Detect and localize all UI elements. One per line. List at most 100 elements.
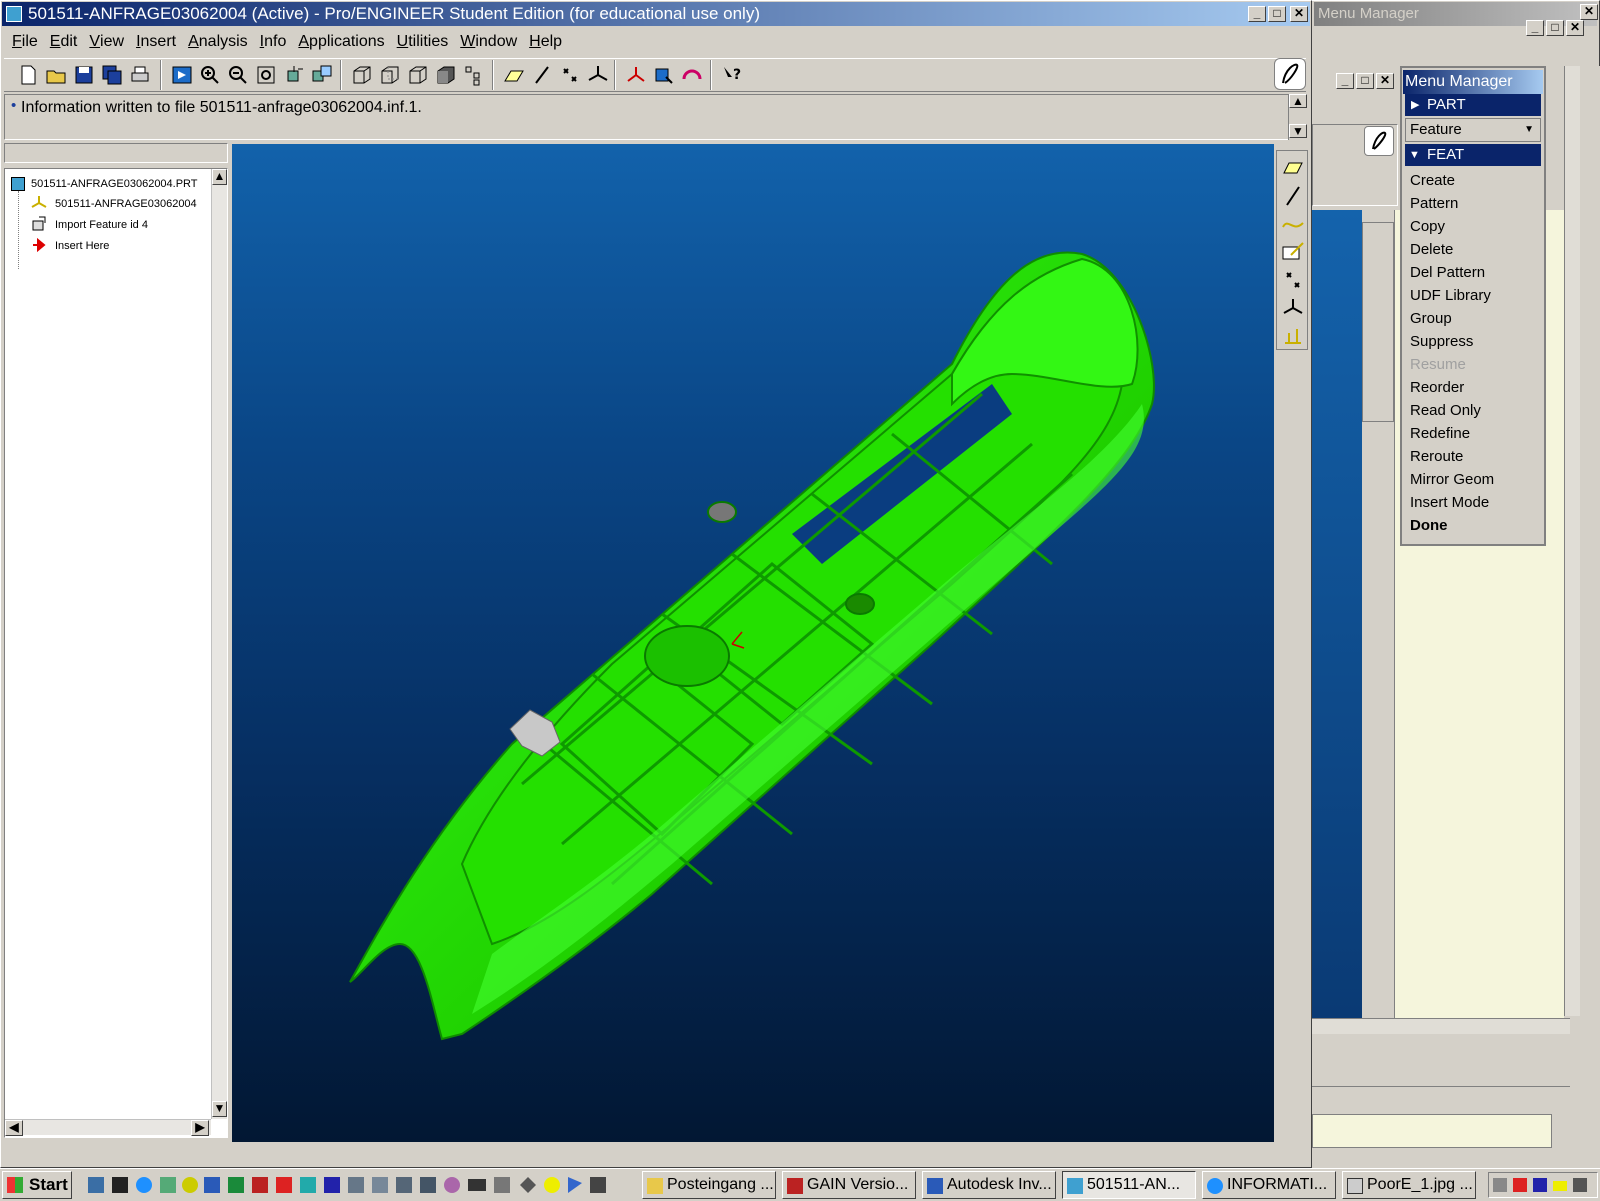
tree-scroll-down[interactable]: ▼ (212, 1101, 227, 1117)
print-icon[interactable] (128, 63, 152, 87)
menu-item-udf-library[interactable]: UDF Library (1410, 285, 1491, 307)
tree-vscroll[interactable]: ▲ ▼ (211, 169, 227, 1119)
part-header[interactable]: ▶ PART (1405, 94, 1541, 116)
refit-icon[interactable] (254, 63, 278, 87)
menu-edit[interactable]: Edit (44, 29, 84, 55)
datum-points-icon[interactable] (558, 63, 582, 87)
tree-item-csys[interactable]: 501511-ANFRAGE03062004 (55, 194, 197, 214)
task-posteingang[interactable]: Posteingang ... (642, 1171, 776, 1199)
menu-item-read-only[interactable]: Read Only (1410, 400, 1481, 422)
main-titlebar[interactable]: 501511-ANFRAGE03062004 (Active) - Pro/EN… (2, 2, 1310, 26)
shading-icon[interactable] (434, 63, 458, 87)
menu-item-reroute[interactable]: Reroute (1410, 446, 1463, 468)
csys-tool-icon[interactable] (1281, 297, 1305, 319)
tree-hscroll[interactable]: ◀ ▶ (5, 1119, 211, 1136)
analysis-feature-tool-icon[interactable] (1281, 325, 1305, 347)
menu-item-del-pattern[interactable]: Del Pattern (1410, 262, 1485, 284)
menu-utilities[interactable]: Utilities (391, 29, 455, 55)
menu-item-mirror-geom[interactable]: Mirror Geom (1410, 469, 1494, 491)
task-proe-active[interactable]: 501511-AN... (1062, 1171, 1196, 1199)
start-button[interactable]: Start (2, 1171, 72, 1199)
graphics-viewport[interactable] (232, 144, 1274, 1142)
menu-item-create[interactable]: Create (1410, 170, 1455, 192)
sub-minimize-button[interactable]: _ (1526, 20, 1544, 36)
message-scroll-down[interactable]: ▼ (1289, 124, 1307, 138)
zoom-out-icon[interactable] (226, 63, 250, 87)
datum-planes-icon[interactable] (502, 63, 526, 87)
new-file-icon[interactable] (16, 63, 40, 87)
menu-manager-titlebar[interactable]: Menu Manager (1403, 70, 1543, 94)
main-maximize-button[interactable]: □ (1268, 6, 1286, 22)
main-minimize-button[interactable]: _ (1248, 6, 1266, 22)
inner-viewport[interactable] (1312, 210, 1362, 1018)
menu-help[interactable]: Help (523, 29, 568, 55)
menu-item-reorder[interactable]: Reorder (1410, 377, 1464, 399)
task-informati[interactable]: INFORMATI... (1202, 1171, 1336, 1199)
inner-maximize-button[interactable]: □ (1356, 73, 1374, 89)
repaint-icon[interactable] (170, 63, 194, 87)
zoom-in-icon[interactable] (198, 63, 222, 87)
model-tree-toggle-icon[interactable] (462, 63, 486, 87)
tree-scroll-left[interactable]: ◀ (5, 1120, 23, 1136)
message-scrollbar[interactable]: ▲ ▼ (1288, 94, 1307, 140)
coord-sys-icon[interactable] (586, 63, 610, 87)
inner-minimize-button[interactable]: _ (1336, 73, 1354, 89)
quick-launch-icons[interactable] (84, 1174, 624, 1196)
sketched-curve-tool-icon[interactable] (1281, 213, 1305, 235)
spin-center-icon[interactable] (624, 63, 648, 87)
model-analysis-icon[interactable] (680, 63, 704, 87)
tree-scroll-up[interactable]: ▲ (212, 169, 227, 185)
menu-analysis[interactable]: Analysis (182, 29, 254, 55)
inner-pencil-icon[interactable] (1364, 126, 1394, 156)
menu-info[interactable]: Info (254, 29, 293, 55)
orient-icon[interactable] (282, 63, 306, 87)
sub-maximize-button[interactable]: □ (1546, 20, 1564, 36)
save-copy-icon[interactable] (100, 63, 124, 87)
saved-views-icon[interactable] (310, 63, 334, 87)
menu-item-delete[interactable]: Delete (1410, 239, 1453, 261)
message-scroll-up[interactable]: ▲ (1289, 94, 1307, 108)
menu-item-done[interactable]: Done (1410, 515, 1448, 537)
menu-item-insert-mode[interactable]: Insert Mode (1410, 492, 1489, 514)
save-icon[interactable] (72, 63, 96, 87)
menu-view[interactable]: View (83, 29, 130, 55)
context-help-icon[interactable]: ? (720, 63, 744, 87)
sketch-pen-icon[interactable] (1274, 58, 1306, 90)
datum-point-tool-icon[interactable] (1281, 269, 1305, 291)
inner-vscroll[interactable] (1564, 66, 1580, 1016)
tray-icons[interactable] (1489, 1173, 1597, 1197)
menu-item-pattern[interactable]: Pattern (1410, 193, 1458, 215)
main-close-button[interactable]: ✕ (1290, 6, 1308, 22)
open-folder-icon[interactable] (44, 63, 68, 87)
part-model[interactable] (232, 144, 1274, 1142)
tree-item-part[interactable]: 501511-ANFRAGE03062004.PRT (31, 174, 198, 194)
datum-axes-icon[interactable] (530, 63, 554, 87)
menu-applications[interactable]: Applications (292, 29, 390, 55)
menu-window[interactable]: Window (454, 29, 523, 55)
no-hidden-icon[interactable] (406, 63, 430, 87)
task-gain[interactable]: GAIN Versio... (782, 1171, 916, 1199)
datum-axis-tool-icon[interactable] (1281, 185, 1305, 207)
feat-header[interactable]: ▼ FEAT (1405, 144, 1541, 166)
datum-plane-tool-icon[interactable] (1281, 157, 1305, 179)
menu-insert[interactable]: Insert (130, 29, 182, 55)
menu-item-group[interactable]: Group (1410, 308, 1452, 330)
sketch-tool-icon[interactable] (1281, 241, 1305, 263)
menu-item-redefine[interactable]: Redefine (1410, 423, 1470, 445)
feature-dropdown[interactable]: Feature ▼ (1405, 118, 1541, 142)
task-autodesk[interactable]: Autodesk Inv... (922, 1171, 1056, 1199)
wireframe-icon[interactable] (350, 63, 374, 87)
sub-close-button[interactable]: ✕ (1566, 20, 1584, 36)
tree-item-insert-here[interactable]: Insert Here (55, 236, 109, 256)
menu-file[interactable]: File (6, 29, 44, 55)
tree-scroll-right[interactable]: ▶ (191, 1120, 209, 1136)
selection-icon[interactable] (652, 63, 676, 87)
menu-item-suppress[interactable]: Suppress (1410, 331, 1473, 353)
tree-item-import[interactable]: Import Feature id 4 (55, 215, 148, 235)
inner-hscroll[interactable] (1312, 1018, 1570, 1034)
task-pooree[interactable]: PoorE_1.jpg ... (1342, 1171, 1476, 1199)
hidden-line-icon[interactable] (378, 63, 402, 87)
secondary-close-button[interactable]: ✕ (1580, 4, 1598, 20)
menu-item-copy[interactable]: Copy (1410, 216, 1445, 238)
inner-close-button[interactable]: ✕ (1376, 73, 1394, 89)
